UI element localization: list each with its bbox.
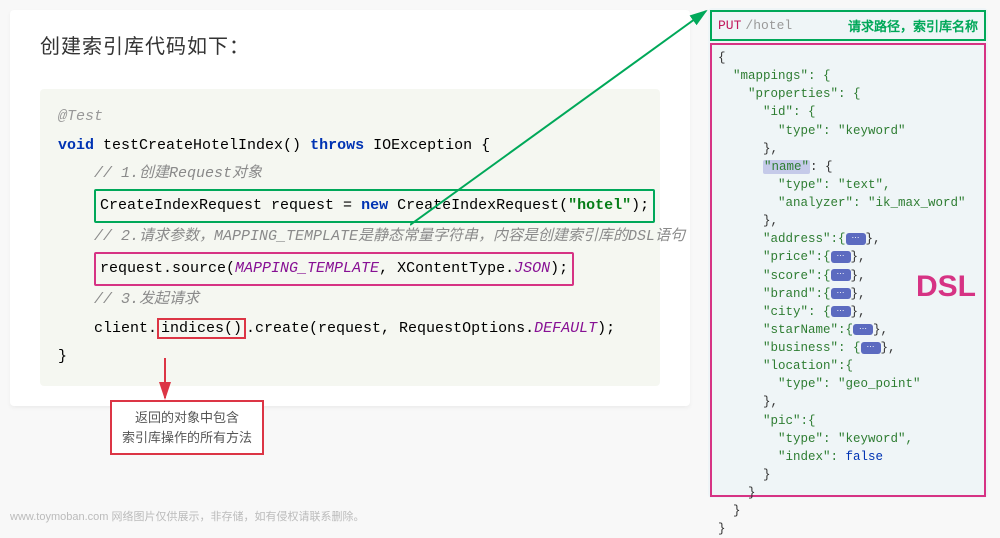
code-block: @Test void testCreateHotelIndex() throws… — [40, 89, 660, 386]
annotation: @Test — [58, 108, 103, 125]
callout-line-2: 索引库操作的所有方法 — [122, 428, 252, 448]
create-request-line: CreateIndexRequest request = new CreateI… — [58, 189, 642, 224]
fold-icon[interactable]: ⋯ — [853, 324, 873, 336]
fold-icon[interactable]: ⋯ — [831, 288, 851, 300]
signature-line: void testCreateHotelIndex() throws IOExc… — [58, 132, 642, 161]
request-caption: 请求路径，索引库名称 — [848, 16, 978, 35]
name-highlight: "name" — [763, 160, 810, 174]
client-create-line: client.indices().create(request, Request… — [58, 315, 642, 344]
comment-3: // 3.发起请求 — [94, 291, 199, 308]
fold-icon[interactable]: ⋯ — [831, 251, 851, 263]
main-container: 创建索引库代码如下： @Test void testCreateHotelInd… — [0, 0, 1000, 528]
fold-icon[interactable]: ⋯ — [831, 269, 851, 281]
left-panel: 创建索引库代码如下： @Test void testCreateHotelInd… — [10, 10, 690, 406]
comment-2: // 2.请求参数，MAPPING_TEMPLATE是静态常量字符串，内容是创建… — [94, 228, 685, 245]
fold-icon[interactable]: ⋯ — [861, 342, 881, 354]
fold-icon[interactable]: ⋯ — [831, 306, 851, 318]
request-source-line: request.source(MAPPING_TEMPLATE, XConten… — [58, 252, 642, 287]
heading: 创建索引库代码如下： — [40, 30, 690, 59]
right-panel: PUT /hotel 请求路径，索引库名称 { "mappings": { "p… — [708, 8, 988, 498]
json-body: { "mappings": { "properties": { "id": { … — [710, 43, 986, 497]
request-header: PUT /hotel 请求路径，索引库名称 — [710, 10, 986, 41]
callout-line-1: 返回的对象中包含 — [122, 408, 252, 428]
callout-red: 返回的对象中包含 索引库操作的所有方法 — [110, 400, 264, 455]
comment-1: // 1.创建Request对象 — [94, 165, 262, 182]
request-path: /hotel — [745, 18, 792, 33]
http-method: PUT — [718, 18, 741, 33]
fold-icon[interactable]: ⋯ — [846, 233, 866, 245]
indices-highlight: indices() — [157, 318, 246, 339]
watermark: www.toymoban.com 网络图片仅供展示，非存储，如有侵权请联系删除。 — [10, 508, 364, 524]
dsl-label: DSL — [916, 265, 976, 309]
